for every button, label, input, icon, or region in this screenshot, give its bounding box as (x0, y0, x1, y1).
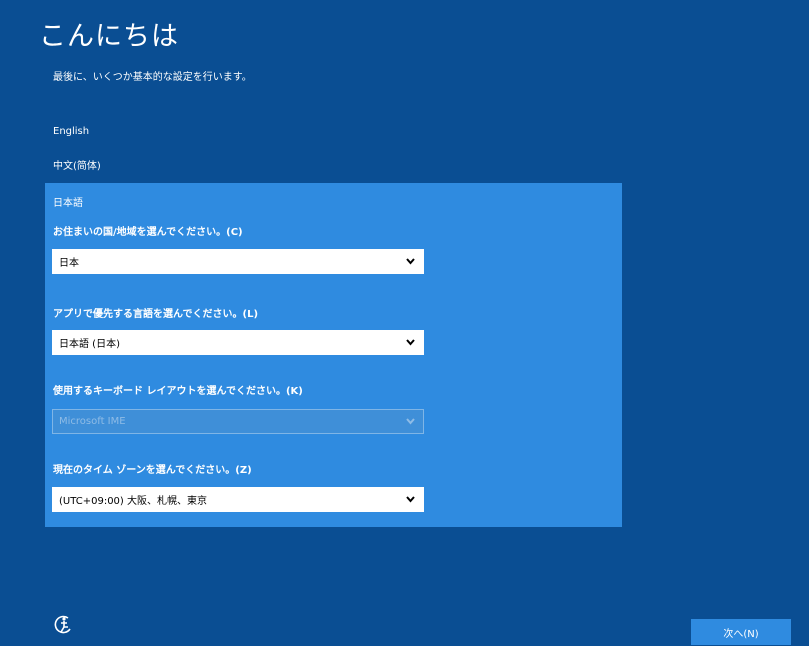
timezone-value: (UTC+09:00) 大阪、札幌、東京 (59, 496, 208, 507)
chevron-down-icon (406, 258, 415, 265)
ease-of-access-icon[interactable] (53, 614, 75, 636)
language-settings-panel[interactable]: 日本語 お住まいの国/地域を選んでください。(C) 日本 アプリで優先する言語を… (45, 183, 622, 527)
app-language-label: アプリで優先する言語を選んでください。(L) (53, 309, 259, 320)
app-language-value: 日本語 (日本) (59, 339, 120, 350)
page-subtitle: 最後に、いくつか基本的な設定を行います。 (53, 72, 252, 83)
language-option-english[interactable]: English (53, 126, 89, 137)
language-option-japanese[interactable]: 日本語 (53, 194, 83, 209)
country-value: 日本 (59, 258, 79, 269)
language-option-chinese[interactable]: 中文(简体) (53, 157, 101, 172)
chevron-down-icon (406, 339, 415, 346)
timezone-label: 現在のタイム ゾーンを選んでください。(Z) (53, 465, 252, 476)
keyboard-layout-value: Microsoft IME (59, 416, 126, 427)
next-button[interactable]: 次へ(N) (691, 619, 791, 645)
page-title: こんにちは (39, 21, 179, 52)
keyboard-layout-select: Microsoft IME (52, 409, 424, 434)
chevron-down-icon (406, 496, 415, 503)
app-language-select[interactable]: 日本語 (日本) (52, 330, 424, 355)
country-select[interactable]: 日本 (52, 249, 424, 274)
timezone-select[interactable]: (UTC+09:00) 大阪、札幌、東京 (52, 487, 424, 512)
chevron-down-icon (406, 418, 415, 425)
keyboard-layout-label: 使用するキーボード レイアウトを選んでください。(K) (53, 386, 303, 397)
country-label: お住まいの国/地域を選んでください。(C) (53, 227, 243, 238)
